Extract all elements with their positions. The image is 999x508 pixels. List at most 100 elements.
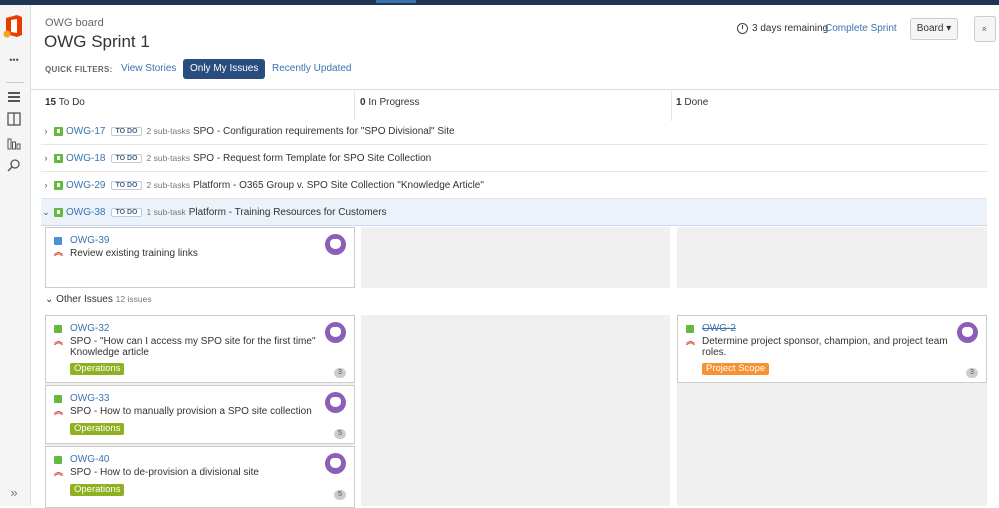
sprint-title: OWG Sprint 1 bbox=[44, 32, 150, 51]
inprogress-column-bg bbox=[361, 227, 670, 288]
card-summary: SPO - How to manually provision a SPO si… bbox=[70, 406, 312, 417]
status-badge: TO DO bbox=[111, 126, 142, 136]
avatar[interactable] bbox=[325, 453, 346, 474]
avatar[interactable] bbox=[325, 322, 346, 343]
issue-key[interactable]: OWG-38 bbox=[66, 207, 105, 218]
other-issues-count: 12 issues bbox=[115, 294, 152, 304]
swimlane-row-selected[interactable]: ⌄ OWG-38 TO DO 1 sub-task Platform - Tra… bbox=[41, 199, 987, 226]
card-key[interactable]: OWG-32 bbox=[70, 323, 109, 334]
column-divider bbox=[354, 91, 355, 121]
filter-only-my-issues[interactable]: Only My Issues bbox=[183, 59, 266, 79]
column-header-done: 1 Done bbox=[676, 97, 709, 108]
story-icon bbox=[686, 325, 694, 333]
issue-card[interactable]: OWG-33 ︽ SPO - How to manually provision… bbox=[45, 385, 355, 444]
issue-key[interactable]: OWG-29 bbox=[66, 180, 105, 191]
subtask-count: 2 sub-tasks bbox=[146, 153, 190, 163]
nav-divider bbox=[6, 82, 24, 83]
office-logo[interactable] bbox=[3, 14, 25, 38]
issue-summary: SPO - Configuration requirements for "SP… bbox=[192, 125, 455, 137]
swimlane-row[interactable]: › OWG-18 TO DO 2 sub-tasks SPO - Request… bbox=[41, 145, 987, 172]
card-key[interactable]: OWG-33 bbox=[70, 393, 109, 404]
sprint-remaining: 3 days remaining bbox=[737, 23, 828, 34]
subtask-count: 2 sub-tasks bbox=[146, 126, 190, 136]
story-icon bbox=[54, 395, 62, 403]
highest-priority-icon: ︽ bbox=[54, 247, 64, 257]
story-icon bbox=[54, 207, 63, 217]
card-key[interactable]: OWG-40 bbox=[70, 454, 109, 465]
avatar[interactable] bbox=[325, 234, 346, 255]
swimlane-row[interactable]: › OWG-29 TO DO 2 sub-tasks Platform - O3… bbox=[41, 172, 987, 199]
story-icon bbox=[54, 325, 62, 333]
swimlane-row[interactable]: › OWG-17 TO DO 2 sub-tasks SPO - Configu… bbox=[41, 118, 987, 145]
issue-summary: Platform - O365 Group v. SPO Site Collec… bbox=[192, 179, 484, 191]
more-icon[interactable]: ••• bbox=[5, 52, 23, 68]
label-badge[interactable]: Operations bbox=[70, 363, 125, 375]
issue-card[interactable]: OWG-2 ︽ Determine project sponsor, champ… bbox=[677, 315, 987, 383]
clock-icon bbox=[737, 23, 748, 34]
avatar[interactable] bbox=[325, 392, 346, 413]
quick-filters-label: QUICK FILTERS: bbox=[45, 65, 113, 74]
highest-priority-icon: ︽ bbox=[54, 336, 64, 346]
story-points-badge: 5 bbox=[334, 490, 346, 500]
done-column-bg bbox=[677, 227, 987, 288]
board-main: OWG board OWG Sprint 1 QUICK FILTERS: Vi… bbox=[31, 5, 999, 508]
story-points-badge: 3 bbox=[334, 368, 346, 378]
highest-priority-icon: ︽ bbox=[54, 467, 64, 477]
complete-sprint-link[interactable]: Complete Sprint bbox=[825, 23, 897, 34]
story-points-badge: 3 bbox=[966, 368, 978, 378]
collapse-header-button[interactable]: « bbox=[974, 16, 996, 42]
chevron-down-icon[interactable]: ⌄ bbox=[41, 207, 51, 218]
card-key[interactable]: OWG-2 bbox=[702, 323, 736, 334]
status-badge: TO DO bbox=[111, 153, 142, 163]
issue-key[interactable]: OWG-17 bbox=[66, 126, 105, 137]
backlog-icon[interactable] bbox=[5, 89, 23, 105]
reports-icon[interactable] bbox=[5, 135, 23, 151]
story-points-badge: 5 bbox=[334, 429, 346, 439]
filter-view-stories[interactable]: View Stories bbox=[114, 59, 183, 79]
issue-card[interactable]: OWG-40 ︽ SPO - How to de-provision a div… bbox=[45, 446, 355, 508]
inprogress-column-bg bbox=[361, 315, 670, 506]
column-header-in-progress: 0 In Progress bbox=[360, 97, 420, 108]
top-bar-indicator bbox=[376, 0, 416, 3]
status-badge: TO DO bbox=[111, 180, 142, 190]
header-divider bbox=[31, 89, 999, 90]
avatar[interactable] bbox=[957, 322, 978, 343]
other-issues-label: Other Issues bbox=[56, 294, 113, 305]
chevron-right-icon[interactable]: › bbox=[41, 126, 51, 136]
card-summary: roles. bbox=[702, 347, 727, 358]
issue-summary: Platform - Training Resources for Custom… bbox=[188, 206, 387, 218]
card-summary: SPO - How to de-provision a divisional s… bbox=[70, 467, 259, 478]
subtask-count: 1 sub-task bbox=[146, 207, 186, 217]
board-name[interactable]: OWG board bbox=[45, 17, 104, 29]
expand-sidebar-icon[interactable]: » bbox=[5, 485, 23, 501]
story-icon bbox=[54, 153, 63, 163]
issue-key[interactable]: OWG-18 bbox=[66, 153, 105, 164]
card-summary: Determine project sponsor, champion, and… bbox=[702, 336, 948, 347]
story-icon bbox=[54, 180, 63, 190]
card-key[interactable]: OWG-39 bbox=[70, 235, 109, 246]
subtask-count: 2 sub-tasks bbox=[146, 180, 190, 190]
chevron-down-icon[interactable]: ⌄ bbox=[45, 294, 53, 305]
column-divider bbox=[671, 91, 672, 121]
label-badge[interactable]: Project Scope bbox=[702, 363, 770, 375]
search-issues-icon[interactable] bbox=[5, 158, 23, 174]
label-badge[interactable]: Operations bbox=[70, 423, 125, 435]
chevron-right-icon[interactable]: › bbox=[41, 180, 51, 190]
card-summary: SPO - "How can I access my SPO site for … bbox=[70, 336, 316, 347]
board-icon[interactable] bbox=[5, 111, 23, 127]
status-badge: TO DO bbox=[111, 207, 142, 217]
board-dropdown-button[interactable]: Board ▾ bbox=[910, 18, 958, 40]
label-badge[interactable]: Operations bbox=[70, 484, 125, 496]
other-issues-header[interactable]: ⌄ Other Issues 12 issues bbox=[45, 294, 152, 305]
story-icon bbox=[54, 456, 62, 464]
remaining-text: 3 days remaining bbox=[752, 23, 829, 34]
chevron-right-icon[interactable]: › bbox=[41, 153, 51, 163]
highest-priority-icon: ︽ bbox=[54, 406, 64, 416]
subtask-icon bbox=[54, 237, 62, 245]
filter-recently-updated[interactable]: Recently Updated bbox=[265, 59, 359, 79]
card-summary: Knowledge article bbox=[70, 347, 149, 358]
issue-card[interactable]: OWG-39 ︽ Review existing training links bbox=[45, 227, 355, 288]
highest-priority-icon: ︽ bbox=[686, 336, 696, 346]
issue-card[interactable]: OWG-32 ︽ SPO - "How can I access my SPO … bbox=[45, 315, 355, 383]
left-sidebar: ••• » bbox=[0, 5, 31, 506]
